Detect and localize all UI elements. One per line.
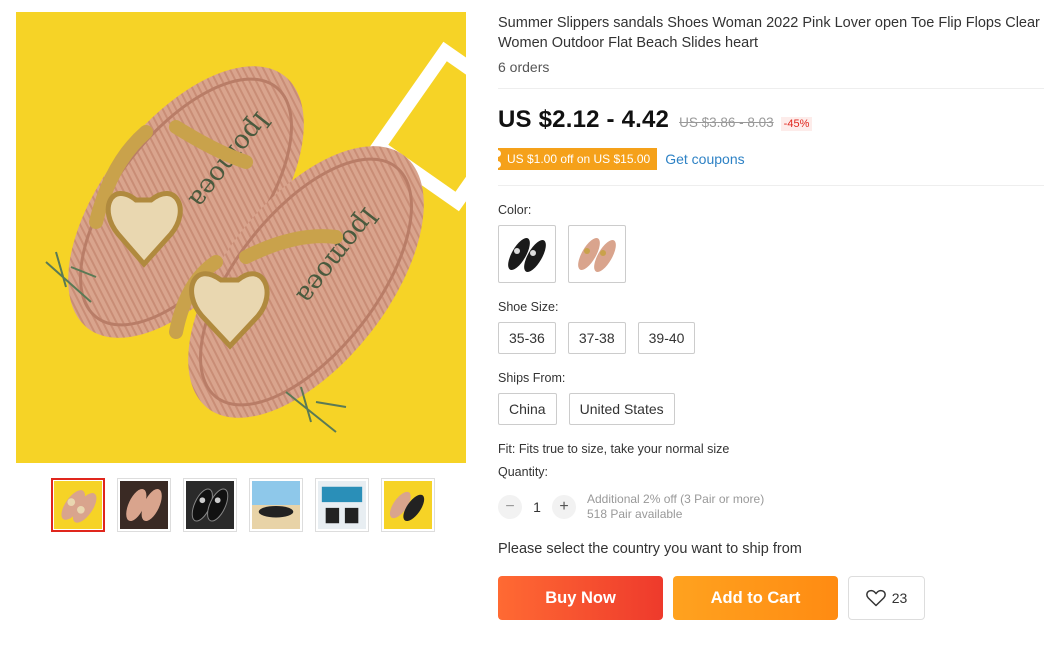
ships-from-label: Ships From:	[498, 371, 566, 385]
ship-option-united-states[interactable]: United States	[568, 393, 675, 425]
buy-now-button[interactable]: Buy Now	[498, 576, 663, 620]
thumbnail-1[interactable]	[51, 478, 105, 532]
quantity-stepper: − 1 + Additional 2% off (3 Pair or more)…	[498, 492, 764, 522]
wishlist-button[interactable]: 23	[848, 576, 925, 620]
thumb-gold-icon	[54, 481, 102, 529]
color-label: Color:	[498, 203, 532, 217]
size-option-39-40[interactable]: 39-40	[637, 322, 696, 354]
quantity-info: Additional 2% off (3 Pair or more) 518 P…	[587, 492, 764, 522]
ship-option-china[interactable]: China	[498, 393, 557, 425]
thumb-black-icon	[186, 481, 234, 529]
thumbnail-4[interactable]	[249, 478, 303, 532]
heart-icon	[865, 589, 886, 607]
thumbnail-3[interactable]	[183, 478, 237, 532]
color-option-black[interactable]	[498, 225, 556, 283]
add-to-cart-button[interactable]: Add to Cart	[673, 576, 838, 620]
quantity-value[interactable]: 1	[522, 499, 552, 515]
shipping-prompt: Please select the country you want to sh…	[498, 541, 802, 557]
color-options	[498, 225, 626, 283]
quantity-label: Quantity:	[498, 465, 549, 479]
discount-badge: -45%	[780, 117, 813, 131]
size-label: Shoe Size:	[498, 300, 559, 314]
get-coupons-link[interactable]: Get coupons	[665, 151, 744, 167]
original-price: US $3.86 - 8.03	[679, 115, 774, 130]
size-options: 35-36 37-38 39-40	[498, 322, 696, 354]
product-title: Summer Slippers sandals Shoes Woman 2022…	[498, 15, 1040, 51]
quantity-increase-button[interactable]: +	[552, 495, 576, 519]
size-option-35-36[interactable]: 35-36	[498, 322, 556, 354]
black-slipper-icon	[502, 229, 552, 279]
coupon-row: US $1.00 off on US $15.00 Get coupons	[493, 148, 745, 170]
thumb-box-icon	[318, 481, 366, 529]
thumbnail-strip	[51, 478, 435, 532]
current-price: US $2.12 - 4.42	[498, 106, 670, 133]
thumbnail-5[interactable]	[315, 478, 369, 532]
thumb-beach-icon	[252, 481, 300, 529]
thumbnail-6[interactable]	[381, 478, 435, 532]
wishlist-count: 23	[891, 590, 908, 606]
slippers-photo: Ipomoea Ipomoea	[16, 12, 466, 463]
divider	[498, 185, 1044, 186]
price-row: US $2.12 - 4.42 US $3.86 - 8.03 -45%	[498, 106, 813, 134]
quantity-decrease-button[interactable]: −	[498, 495, 522, 519]
bulk-discount-text: Additional 2% off (3 Pair or more)	[587, 492, 765, 506]
stock-available-text: 518 Pair available	[587, 507, 683, 521]
coupon-tag: US $1.00 off on US $15.00	[493, 148, 658, 170]
order-count: 6 orders	[498, 59, 550, 75]
thumbnail-2[interactable]	[117, 478, 171, 532]
thumb-yellow-icon	[384, 481, 432, 529]
main-product-image[interactable]: Ipomoea Ipomoea	[16, 12, 466, 463]
ships-from-options: China United States	[498, 393, 675, 425]
color-option-gold[interactable]	[568, 225, 626, 283]
gold-slipper-icon	[572, 229, 622, 279]
thumb-dark-icon	[120, 481, 168, 529]
divider	[498, 88, 1044, 89]
fit-note: Fit: Fits true to size, take your normal…	[498, 442, 730, 456]
size-option-37-38[interactable]: 37-38	[567, 322, 626, 354]
